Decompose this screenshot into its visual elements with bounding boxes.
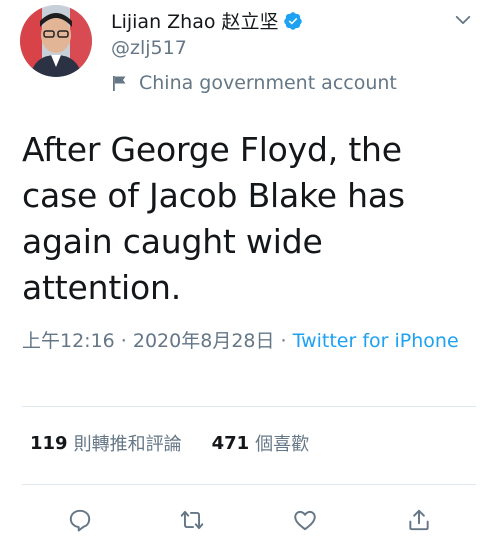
author-handle[interactable]: @zlj517 bbox=[111, 37, 187, 59]
tweet-text: After George Floyd, the case of Jacob Bl… bbox=[22, 130, 405, 307]
tweet-actions bbox=[0, 500, 498, 540]
reply-button[interactable] bbox=[64, 504, 96, 536]
tweet-meta: 上午12:16 · 2020年8月28日 · Twitter for iPhon… bbox=[22, 327, 472, 355]
likes-count: 471 bbox=[211, 432, 250, 454]
meta-separator: · bbox=[274, 330, 293, 352]
reply-icon bbox=[69, 509, 91, 532]
retweets-label: 則轉推和評論 bbox=[73, 434, 182, 455]
likes-label: 個喜歡 bbox=[255, 434, 310, 455]
divider bbox=[22, 484, 476, 485]
author-name-row[interactable]: Lijian Zhao 赵立坚 bbox=[111, 7, 303, 34]
share-button[interactable] bbox=[403, 504, 435, 536]
more-options-button[interactable] bbox=[449, 6, 477, 34]
flag-icon bbox=[113, 76, 126, 91]
like-button[interactable] bbox=[289, 504, 321, 536]
avatar-image bbox=[20, 5, 92, 77]
tweet-timestamp[interactable]: 上午12:16 · 2020年8月28日 bbox=[22, 330, 275, 352]
avatar[interactable] bbox=[20, 5, 92, 77]
retweet-button[interactable] bbox=[176, 504, 208, 536]
heart-icon bbox=[294, 510, 316, 531]
retweets-count: 119 bbox=[30, 432, 68, 454]
retweet-icon bbox=[180, 510, 204, 530]
verified-badge-icon bbox=[283, 11, 302, 30]
tweet-stats: 119 則轉推和評論 471 個喜歡 bbox=[30, 430, 339, 456]
author-name[interactable]: Lijian Zhao 赵立坚 bbox=[111, 7, 279, 34]
retweets-stat[interactable]: 119 則轉推和評論 bbox=[30, 430, 182, 456]
tweet-source-link[interactable]: Twitter for iPhone bbox=[293, 330, 459, 352]
likes-stat[interactable]: 471 個喜歡 bbox=[212, 430, 310, 456]
chevron-down-icon bbox=[455, 15, 471, 25]
government-label: China government account bbox=[111, 72, 397, 94]
government-label-text: China government account bbox=[139, 72, 397, 94]
divider bbox=[22, 406, 476, 407]
share-icon bbox=[409, 509, 429, 531]
